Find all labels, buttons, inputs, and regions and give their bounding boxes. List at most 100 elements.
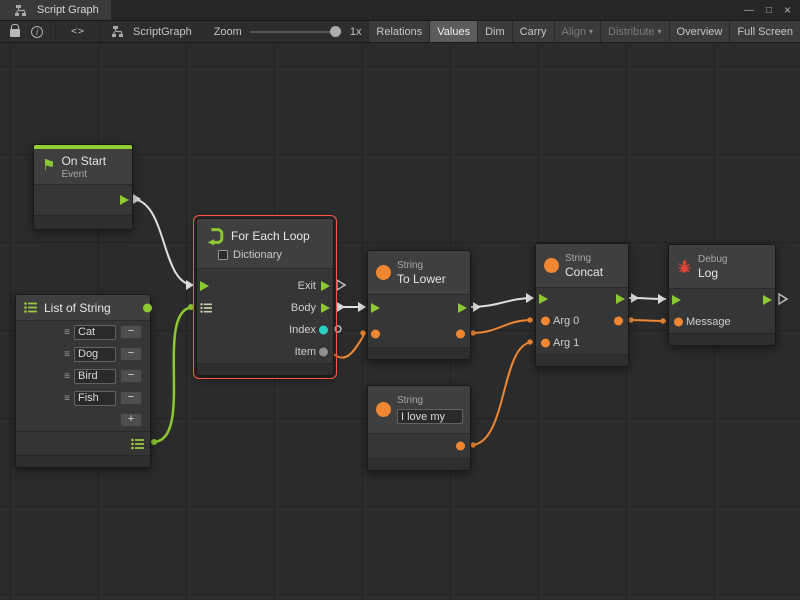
node-string-to-lower[interactable]: String To Lower xyxy=(367,250,471,360)
flow-in-port[interactable] xyxy=(200,281,209,291)
graph-toolbar: i <> ScriptGraph Zoom 1x Relations Value… xyxy=(0,21,800,43)
port-label: Arg 0 xyxy=(553,315,579,327)
flow-out-port[interactable] xyxy=(120,195,129,205)
remove-item-button[interactable]: − xyxy=(120,325,142,339)
dim-button[interactable]: Dim xyxy=(477,21,512,42)
index-port[interactable] xyxy=(319,326,328,335)
add-item-button[interactable]: + xyxy=(120,413,142,427)
code-icon[interactable]: <> xyxy=(59,26,97,37)
carry-button[interactable]: Carry xyxy=(512,21,554,42)
relations-button[interactable]: Relations xyxy=(368,21,429,42)
overview-button[interactable]: Overview xyxy=(669,21,730,42)
zoom-value: 1x xyxy=(350,26,362,38)
list-item-input[interactable] xyxy=(74,325,116,340)
list-icon xyxy=(24,302,38,313)
dictionary-label: Dictionary xyxy=(233,249,282,261)
value-out-port[interactable] xyxy=(456,442,465,451)
item-port[interactable] xyxy=(319,348,328,357)
info-icon[interactable]: i xyxy=(31,26,43,38)
caret-down-icon: ▾ xyxy=(589,27,593,36)
result-out-port[interactable] xyxy=(456,330,465,339)
drag-handle-icon[interactable]: ≡ xyxy=(64,327,70,338)
list-item-row: ≡ − xyxy=(16,321,150,343)
node-category: Debug xyxy=(698,254,727,265)
toolbar-divider xyxy=(55,21,56,42)
flow-out-port[interactable] xyxy=(763,295,772,305)
tab-title: Script Graph xyxy=(37,4,99,16)
drag-handle-icon[interactable]: ≡ xyxy=(64,349,70,360)
exit-port[interactable] xyxy=(321,281,330,291)
node-on-start[interactable]: ⚑ On Start Event xyxy=(33,144,133,230)
maximize-icon[interactable]: □ xyxy=(766,5,772,16)
node-for-each-loop[interactable]: For Each Loop Dictionary Exit Body In xyxy=(196,218,334,376)
list-item-input[interactable] xyxy=(74,347,116,362)
node-header: String To Lower xyxy=(368,251,470,295)
flow-out-port[interactable] xyxy=(458,303,467,313)
tab-script-graph[interactable]: Script Graph xyxy=(0,0,111,20)
node-title: List of String xyxy=(44,301,111,315)
node-header: Debug Log xyxy=(669,245,775,289)
title-bar: Script Graph — □ × xyxy=(0,0,800,21)
flow-in-port[interactable] xyxy=(672,295,681,305)
collection-in-port[interactable] xyxy=(200,303,213,313)
flow-out-port[interactable] xyxy=(616,294,625,304)
string-value-input[interactable] xyxy=(397,409,463,424)
node-title: For Each Loop xyxy=(231,229,310,243)
bug-icon xyxy=(677,259,692,274)
arg1-in-port[interactable] xyxy=(541,339,550,348)
list-item-row: ≡ + − xyxy=(16,387,150,409)
remove-item-button[interactable]: − xyxy=(120,369,142,383)
distribute-button[interactable]: Distribute ▾ xyxy=(600,21,668,42)
node-footer xyxy=(536,354,628,366)
body-port[interactable] xyxy=(321,303,330,313)
dictionary-checkbox[interactable] xyxy=(218,250,228,260)
list-item-row: ≡ − xyxy=(16,343,150,365)
node-footer xyxy=(16,455,150,467)
zoom-slider-handle[interactable] xyxy=(330,26,341,37)
distribute-label: Distribute xyxy=(608,26,654,38)
string-type-icon xyxy=(376,402,391,417)
node-category: String xyxy=(397,260,446,271)
node-footer xyxy=(34,215,132,229)
lock-icon[interactable] xyxy=(10,29,20,37)
list-item-input[interactable] xyxy=(74,391,116,406)
string-type-icon xyxy=(544,258,559,273)
node-category: String xyxy=(565,253,603,264)
zoom-slider-track[interactable] xyxy=(250,31,342,33)
node-header: String xyxy=(368,386,470,434)
node-category: String xyxy=(397,395,463,406)
graph-name-label[interactable]: ScriptGraph xyxy=(133,26,192,38)
fullscreen-button[interactable]: Full Screen xyxy=(729,21,800,42)
node-string-literal[interactable]: String xyxy=(367,385,471,471)
align-label: Align xyxy=(562,26,586,38)
target-in-port[interactable] xyxy=(371,330,380,339)
values-button[interactable]: Values xyxy=(429,21,477,42)
node-header: String Concat xyxy=(536,244,628,288)
minimize-icon[interactable]: — xyxy=(744,5,754,16)
toolbar-button-group: Relations Values Dim Carry Align ▾ Distr… xyxy=(368,21,800,42)
align-button[interactable]: Align ▾ xyxy=(554,21,600,42)
remove-item-button[interactable]: − xyxy=(120,347,142,361)
node-footer xyxy=(669,333,775,345)
flow-in-port[interactable] xyxy=(371,303,380,313)
remove-item-button[interactable]: − xyxy=(120,391,142,405)
result-out-port[interactable] xyxy=(614,317,623,326)
drag-handle-icon[interactable]: ≡ xyxy=(64,371,70,382)
arg0-in-port[interactable] xyxy=(541,317,550,326)
node-footer xyxy=(368,458,470,470)
node-debug-log[interactable]: Debug Log Message xyxy=(668,244,776,346)
window-controls: — □ × xyxy=(744,3,800,17)
message-in-port[interactable] xyxy=(674,318,683,327)
flow-in-port[interactable] xyxy=(539,294,548,304)
zoom-slider[interactable] xyxy=(250,21,342,43)
node-list-of-string[interactable]: List of String ≡ − ≡ − ≡ − ≡ + xyxy=(15,294,151,468)
list-item-input[interactable] xyxy=(74,369,116,384)
list-header-port[interactable] xyxy=(143,303,152,312)
node-title: Concat xyxy=(565,265,603,279)
close-icon[interactable]: × xyxy=(784,3,791,17)
caret-down-icon: ▾ xyxy=(658,27,662,36)
drag-handle-icon[interactable]: ≡ xyxy=(64,393,70,404)
list-out-port[interactable] xyxy=(131,438,145,449)
node-string-concat[interactable]: String Concat Arg 0 Arg 1 xyxy=(535,243,629,367)
port-label: Arg 1 xyxy=(553,337,579,349)
